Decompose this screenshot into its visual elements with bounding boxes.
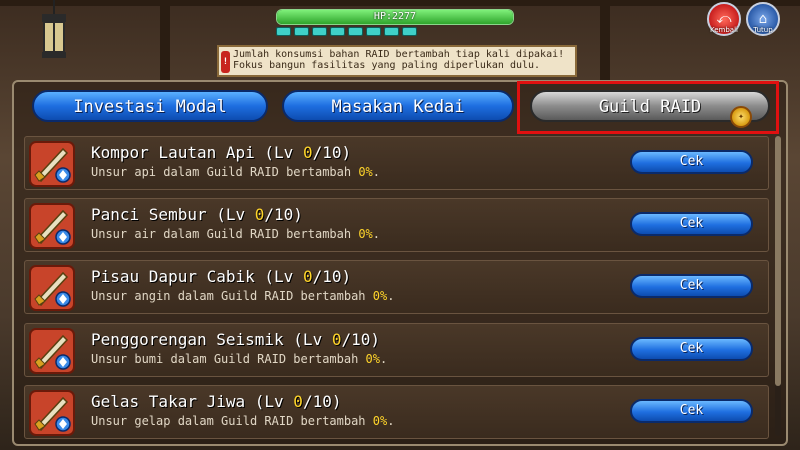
item-title: Penggorengan Seismik (Lv 0/10) — [91, 330, 380, 349]
item-level-max: /10) — [302, 392, 342, 411]
facility-item-icon — [29, 328, 75, 374]
facility-item-icon — [29, 265, 75, 311]
list-item: Panci Sembur (Lv 0/10) Unsur air dalam G… — [24, 198, 769, 252]
item-desc-suffix: . — [372, 165, 380, 179]
list-item: Pisau Dapur Cabik (Lv 0/10) Unsur angin … — [24, 260, 769, 314]
item-desc-prefix: Unsur air dalam Guild RAID bertambah — [91, 227, 359, 241]
item-name: Penggorengan Seismik — [91, 330, 284, 349]
item-level-prefix: (Lv — [264, 267, 303, 286]
item-level-max: /10) — [312, 143, 352, 162]
facility-item-icon — [29, 390, 75, 436]
facility-item-icon — [29, 203, 75, 249]
list-item: Gelas Takar Jiwa (Lv 0/10) Unsur gelap d… — [24, 385, 769, 439]
cek-button[interactable]: Cek — [630, 274, 753, 298]
item-title: Kompor Lautan Api (Lv 0/10) — [91, 143, 351, 162]
item-name: Pisau Dapur Cabik — [91, 267, 255, 286]
tab-investasi-modal[interactable]: Investasi Modal — [32, 90, 268, 122]
stamina-pip — [294, 27, 309, 36]
stamina-pip — [330, 27, 345, 36]
item-desc-suffix: . — [372, 227, 380, 241]
item-percent: 0% — [372, 289, 388, 303]
item-level-prefix: (Lv — [293, 330, 332, 349]
item-level-prefix: (Lv — [216, 205, 255, 224]
stamina-pip — [348, 27, 363, 36]
item-title: Pisau Dapur Cabik (Lv 0/10) — [91, 267, 351, 286]
cek-button[interactable]: Cek — [630, 337, 753, 361]
item-name: Panci Sembur — [91, 205, 207, 224]
item-percent: 0% — [358, 227, 373, 241]
back-button-label: Kembali — [710, 26, 738, 34]
item-percent: 0% — [358, 165, 373, 179]
stamina-pip — [402, 27, 417, 36]
wooden-pillar — [600, 0, 610, 80]
hp-bar: HP:2277 — [276, 9, 514, 25]
new-badge-icon: ✦ — [730, 106, 752, 128]
tab-masakan-kedai[interactable]: Masakan Kedai — [282, 90, 514, 122]
item-desc-suffix: . — [380, 352, 388, 366]
item-percent: 0% — [365, 352, 380, 366]
item-level: 0 — [302, 267, 313, 286]
item-level-max: /10) — [264, 205, 303, 224]
lantern-icon — [42, 0, 66, 58]
item-desc-prefix: Unsur gelap dalam Guild RAID bertambah — [91, 414, 373, 428]
item-description: Unsur angin dalam Guild RAID bertambah 0… — [91, 289, 394, 303]
item-level-max: /10) — [312, 267, 352, 286]
wooden-pillar — [160, 0, 170, 80]
ceiling-beam — [0, 0, 800, 6]
notice-box: ! Jumlah konsumsi bahan RAID bertambah t… — [217, 45, 577, 77]
item-name: Gelas Takar Jiwa — [91, 392, 246, 411]
back-arrow-icon: ⤺ — [716, 11, 732, 27]
item-desc-prefix: Unsur bumi dalam Guild RAID bertambah — [91, 352, 366, 366]
item-level-prefix: (Lv — [254, 392, 294, 411]
stamina-pip — [312, 27, 327, 36]
item-desc-suffix: . — [387, 414, 395, 428]
item-description: Unsur bumi dalam Guild RAID bertambah 0%… — [91, 352, 387, 366]
item-desc-suffix: . — [387, 289, 395, 303]
scrollbar-thumb[interactable] — [775, 136, 781, 386]
list-item: Kompor Lautan Api (Lv 0/10) Unsur api da… — [24, 136, 769, 190]
item-level: 0 — [302, 143, 313, 162]
home-icon: ⌂ — [758, 11, 768, 27]
close-button-label: Tutup — [753, 26, 773, 34]
item-title: Panci Sembur (Lv 0/10) — [91, 205, 303, 224]
item-desc-prefix: Unsur angin dalam Guild RAID bertambah — [91, 289, 373, 303]
item-description: Unsur gelap dalam Guild RAID bertambah 0… — [91, 414, 394, 428]
alert-icon: ! — [221, 51, 230, 73]
item-level: 0 — [254, 205, 265, 224]
item-level-prefix: (Lv — [264, 143, 303, 162]
cek-button[interactable]: Cek — [630, 212, 753, 236]
stamina-pip — [384, 27, 399, 36]
notice-line-1: Jumlah konsumsi bahan RAID bertambah tia… — [233, 49, 565, 60]
item-description: Unsur air dalam Guild RAID bertambah 0%. — [91, 227, 380, 241]
list-item: Penggorengan Seismik (Lv 0/10) Unsur bum… — [24, 323, 769, 377]
notice-line-2: Fokus bangun fasilitas yang paling diper… — [233, 60, 541, 71]
cek-button[interactable]: Cek — [630, 150, 753, 174]
item-level: 0 — [293, 392, 303, 411]
item-name: Kompor Lautan Api — [91, 143, 255, 162]
cek-button[interactable]: Cek — [630, 399, 753, 423]
hp-label: HP:2277 — [373, 11, 417, 22]
item-level-max: /10) — [341, 330, 380, 349]
item-description: Unsur api dalam Guild RAID bertambah 0%. — [91, 165, 380, 179]
item-title: Gelas Takar Jiwa (Lv 0/10) — [91, 392, 341, 411]
item-percent: 0% — [372, 414, 388, 428]
stamina-pips — [276, 27, 417, 36]
facility-item-icon — [29, 141, 75, 187]
item-desc-prefix: Unsur api dalam Guild RAID bertambah — [91, 165, 359, 179]
stamina-pip — [366, 27, 381, 36]
scrollbar[interactable] — [775, 136, 781, 436]
stamina-pip — [276, 27, 291, 36]
